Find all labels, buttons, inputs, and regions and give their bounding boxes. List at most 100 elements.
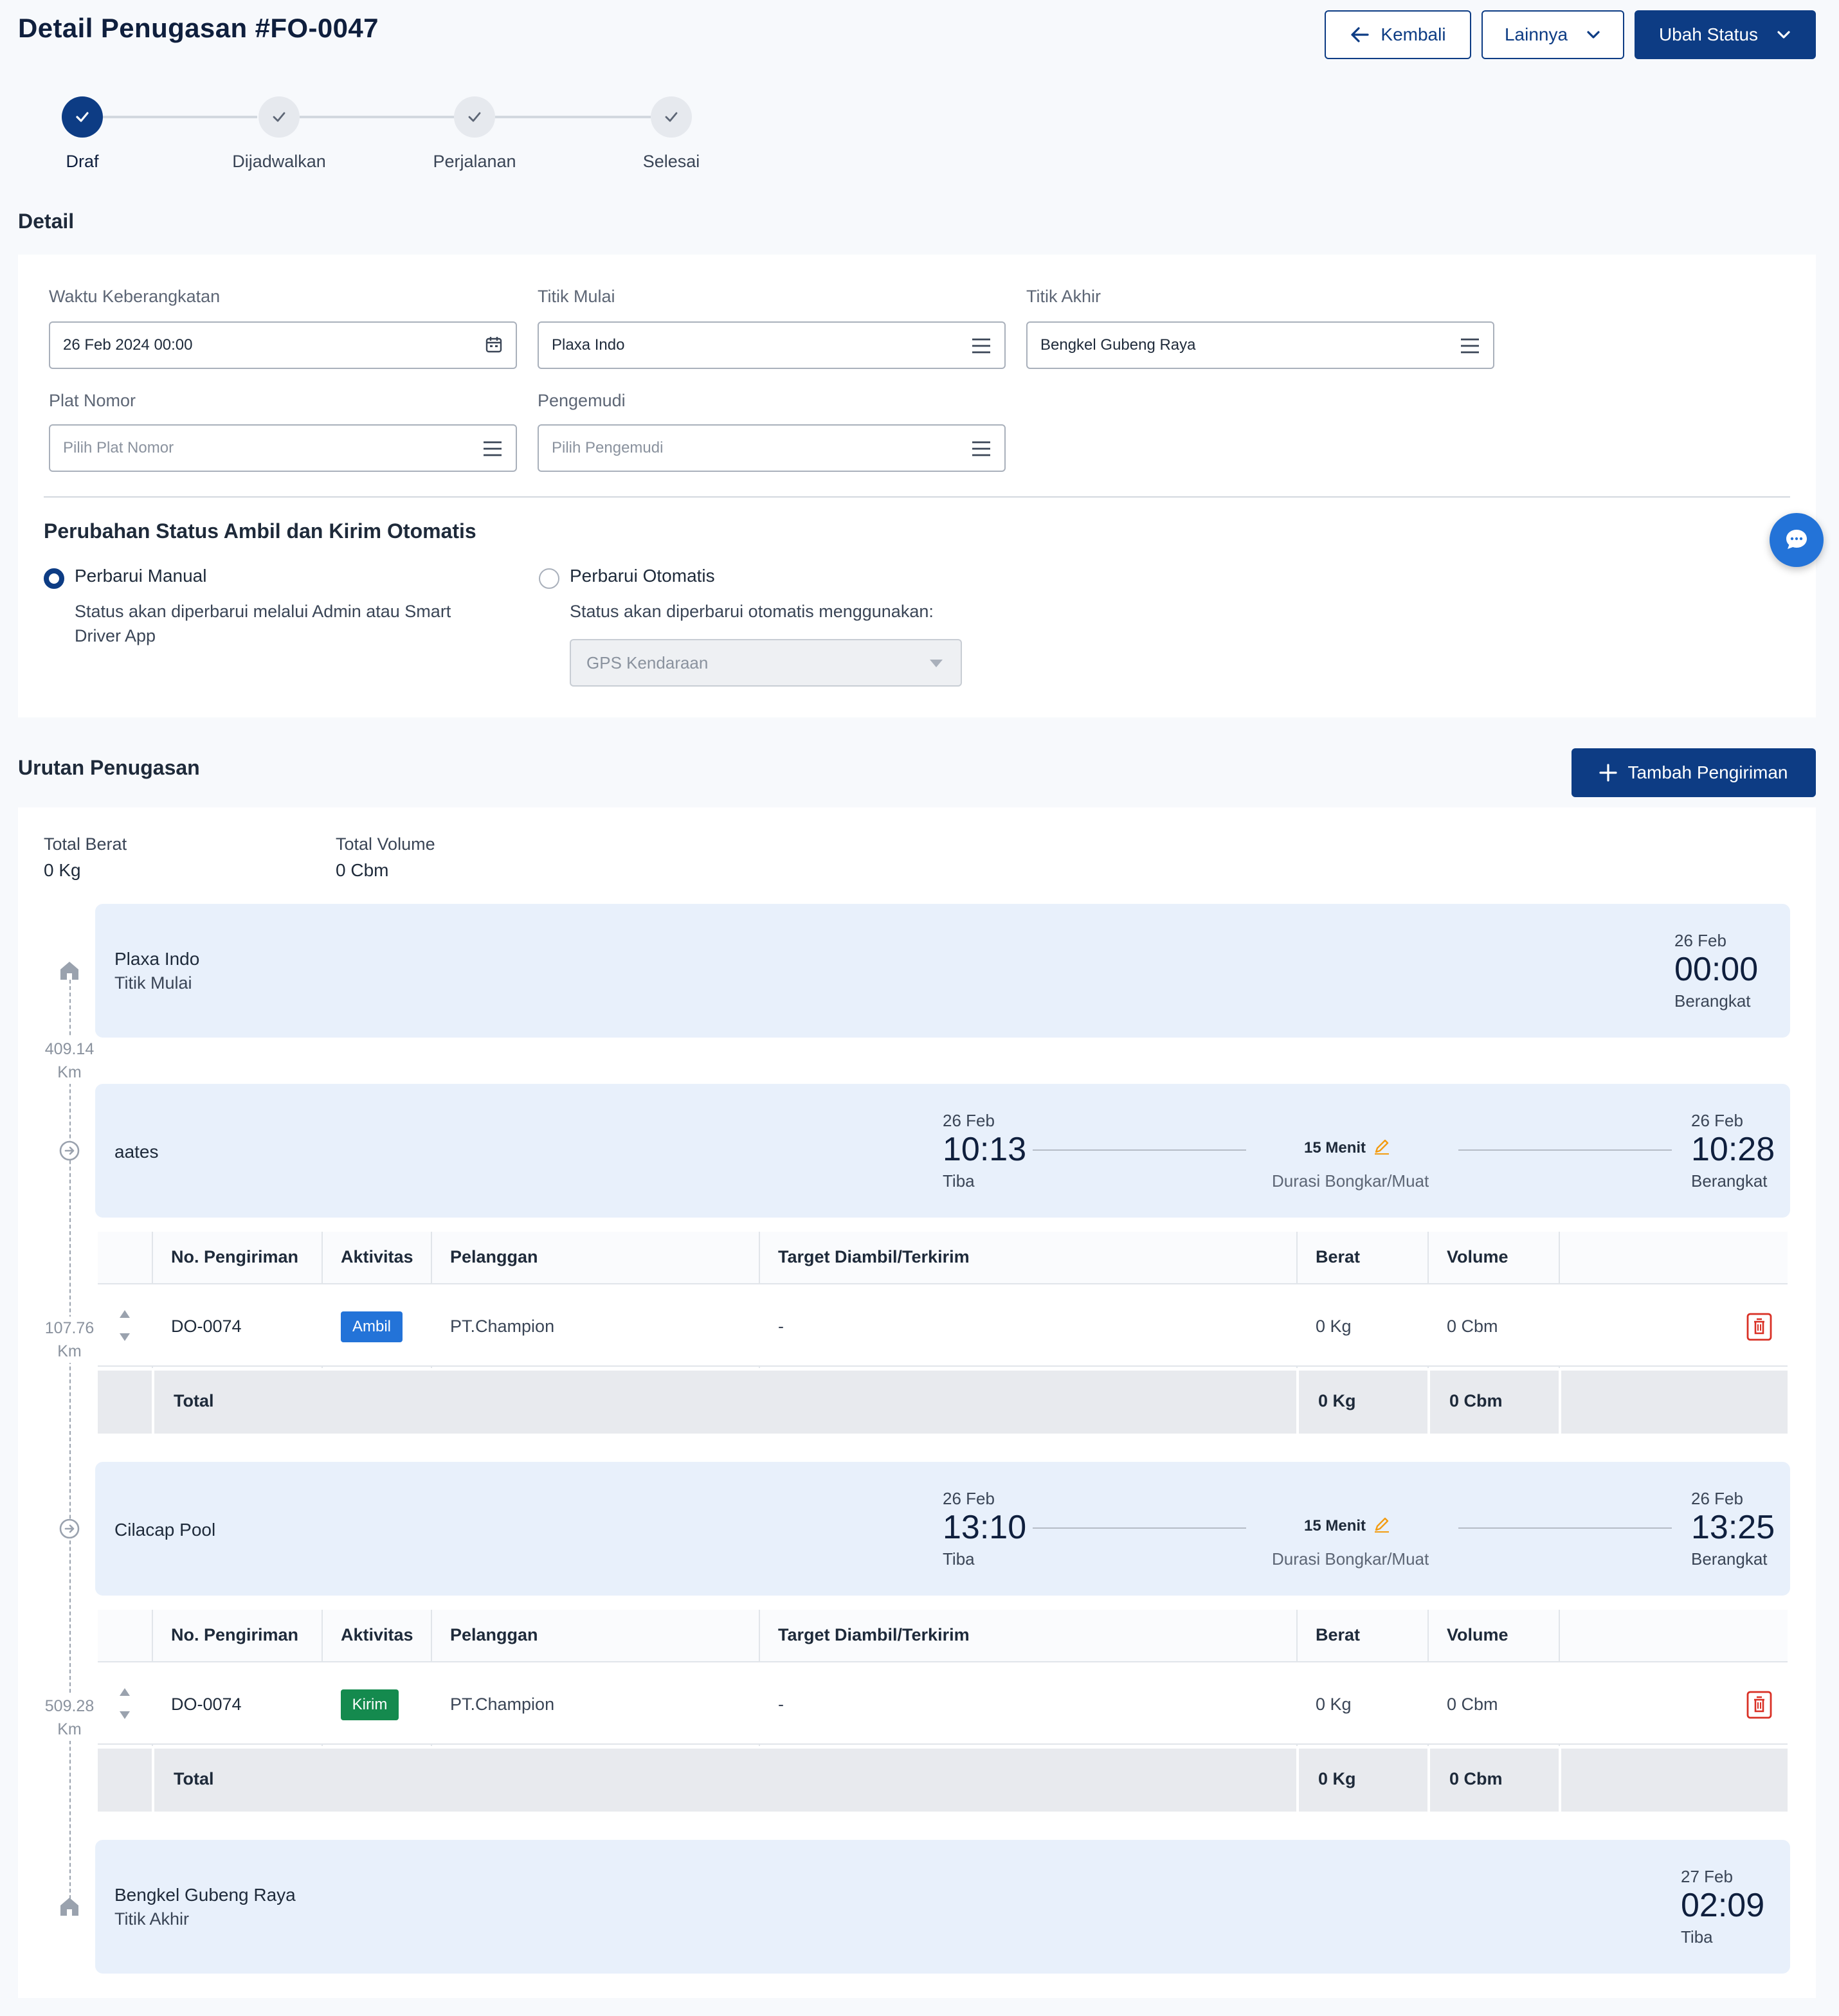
start-stop-card[interactable]: Plaxa Indo Titik Mulai 26 Feb 00:00 Bera… [95,904,1790,1038]
duration-value: 15 Menit [1304,1517,1366,1534]
stop-card[interactable]: aates 26 Feb 10:13 Tiba 15 Menit Durasi … [95,1084,1790,1218]
reorder-icon[interactable] [118,1687,131,1720]
col-header: No. Pengiriman [171,1625,299,1644]
add-shipment-label: Tambah Pengiriman [1627,762,1788,782]
stop-name: Cilacap Pool [114,1520,216,1540]
edit-icon[interactable] [1373,1516,1390,1533]
departure-label: Berangkat [1691,1171,1768,1191]
departure-date: 26 Feb [1691,1111,1743,1130]
back-button[interactable]: Kembali [1325,10,1471,59]
edit-icon[interactable] [1373,1138,1390,1155]
departure-time-field[interactable]: 26 Feb 2024 00:00 [49,321,517,369]
start-date: 26 Feb [1674,931,1726,950]
chat-icon [1786,530,1807,549]
chat-button[interactable] [1770,513,1824,567]
end-point-field[interactable]: Bengkel Gubeng Raya [1026,321,1494,369]
start-stop-name: Plaxa Indo [114,949,200,969]
home-icon [60,962,78,980]
timeline-connector [1458,1149,1672,1151]
manual-radio[interactable] [44,568,64,589]
duration-label: Durasi Bongkar/Muat [1272,1549,1429,1569]
total-weight: 0 Kg [1318,1391,1356,1410]
reorder-icon[interactable] [118,1309,131,1342]
list-icon[interactable] [1460,337,1480,355]
distance-value: 509.28 [44,1697,95,1715]
arrival-date: 26 Feb [943,1489,995,1508]
duration-label: Durasi Bongkar/Muat [1272,1171,1429,1191]
gps-select: GPS Kendaraan [570,639,962,687]
end-stop-sub: Titik Akhir [114,1909,190,1929]
start-stop-sub: Titik Mulai [114,973,192,993]
auto-desc: Status akan diperbarui otomatis mengguna… [570,602,934,621]
arrival-label: Tiba [943,1549,975,1569]
activity-badge: Ambil [341,1311,403,1342]
weight: 0 Kg [1316,1317,1352,1336]
trash-icon[interactable] [1746,1691,1772,1719]
total-label: Total [174,1769,214,1788]
more-label: Lainnya [1504,24,1568,44]
arrival-label: Tiba [943,1171,975,1191]
driver-label: Pengemudi [538,391,626,410]
col-header: Berat [1316,1625,1361,1644]
timeline-connector [1458,1527,1672,1529]
stop-card[interactable]: Cilacap Pool 26 Feb 13:10 Tiba 15 Menit … [95,1462,1790,1596]
trash-icon[interactable] [1746,1313,1772,1341]
step-label: Dijadwalkan [232,152,326,171]
step-label: Selesai [642,152,700,171]
calendar-icon[interactable] [485,336,503,354]
shipment-no[interactable]: DO-0074 [171,1695,242,1715]
target: - [778,1317,784,1336]
home-icon [60,1898,78,1916]
distance-unit: Km [57,1063,82,1081]
shipment-no[interactable]: DO-0074 [171,1317,242,1336]
gps-select-value: GPS Kendaraan [586,652,709,672]
timeline-connector [1033,1149,1246,1151]
shipment-table: No. Pengiriman Aktivitas Pelanggan Targe… [98,1610,1788,1813]
duration-value: 15 Menit [1304,1139,1366,1156]
more-button[interactable]: Lainnya [1481,10,1624,59]
step-done-icon [651,96,692,138]
change-status-label: Ubah Status [1658,24,1759,44]
stop-name: aates [114,1142,159,1162]
customer: PT.Champion [450,1317,555,1336]
caret-down-icon [930,660,943,667]
total-volume: 0 Cbm [1449,1769,1503,1788]
distance-value: 409.14 [44,1040,95,1058]
shipment-table: No. Pengiriman Aktivitas Pelanggan Targe… [98,1232,1788,1435]
auto-radio[interactable] [539,568,559,589]
end-stop-card[interactable]: Bengkel Gubeng Raya Titik Akhir 27 Feb 0… [95,1840,1790,1974]
end-status: Tiba [1681,1927,1713,1947]
list-icon[interactable] [482,440,503,458]
plate-field[interactable]: Pilih Plat Nomor [49,424,517,472]
auto-label[interactable]: Perbarui Otomatis [570,566,715,586]
list-icon[interactable] [971,337,992,355]
total-label: Total [174,1391,214,1410]
step-connector [103,116,257,118]
change-status-button[interactable]: Ubah Status [1635,10,1816,59]
arrival-time: 10:13 [943,1131,1027,1168]
col-header: Target Diambil/Terkirim [778,1625,970,1644]
end-point-label: Titik Akhir [1026,287,1101,306]
list-icon[interactable] [971,440,992,458]
plate-placeholder: Pilih Plat Nomor [63,439,174,456]
manual-label[interactable]: Perbarui Manual [75,566,206,586]
arrival-time: 13:10 [943,1509,1027,1546]
manual-desc: Driver App [75,626,156,645]
end-stop-name: Bengkel Gubeng Raya [114,1885,296,1905]
distance-label: 409.14 Km [37,1038,102,1084]
step-connector [495,116,651,118]
plate-label: Plat Nomor [49,391,136,410]
start-point-field[interactable]: Plaxa Indo [538,321,1006,369]
table-total-row [98,1371,1788,1434]
departure-value: 26 Feb 2024 00:00 [63,336,193,354]
end-time: 02:09 [1681,1887,1765,1924]
route-timeline [69,980,71,1905]
timeline-connector [1033,1527,1246,1529]
detail-section-title: Detail [18,210,75,233]
add-shipment-button[interactable]: Tambah Pengiriman [1572,748,1816,797]
total-volume-label: Total Volume [336,834,435,854]
driver-field[interactable]: Pilih Pengemudi [538,424,1006,472]
end-point-value: Bengkel Gubeng Raya [1040,336,1196,354]
divider [44,496,1790,498]
chevron-down-icon [1587,31,1600,39]
